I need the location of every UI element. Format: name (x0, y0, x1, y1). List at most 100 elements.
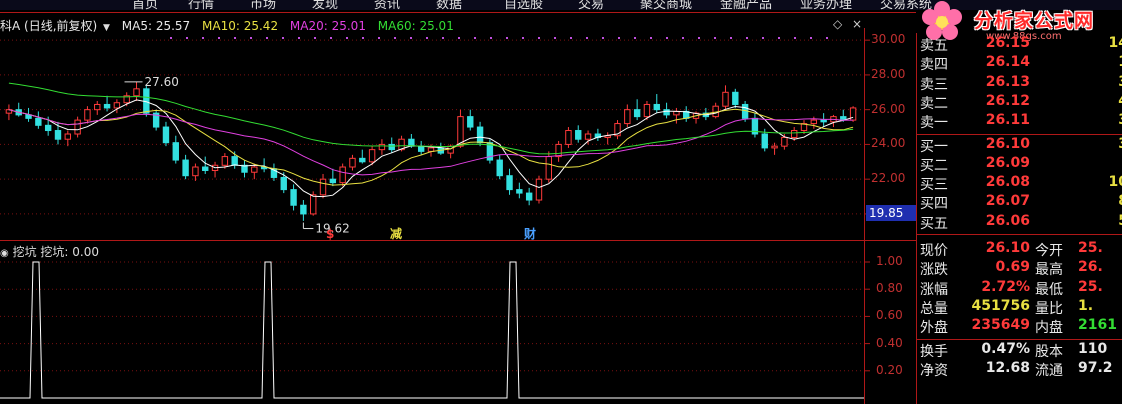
candle-body (820, 119, 827, 123)
candle-body (319, 178, 327, 196)
ask-price: 26.11 (985, 112, 1030, 129)
stat-value: 12.68 (985, 359, 1030, 376)
current-price-tag: 19.85 (866, 205, 916, 221)
candle-body (417, 145, 425, 152)
stat-label: 换手 (920, 343, 948, 360)
candle-body (35, 117, 42, 126)
candle-body (476, 126, 484, 144)
event-mark: $ (326, 227, 334, 241)
ask-volume: 3 (1070, 112, 1122, 128)
close-icon[interactable]: × (852, 17, 862, 31)
price-tick-label: 28.00 (871, 66, 906, 81)
candle-body (565, 130, 572, 145)
indicator-legend: ◉ 挖坑 挖坑: 0.00 (0, 243, 99, 260)
candle-body (535, 178, 543, 201)
candle-body (251, 166, 258, 173)
price-tick-label: 24.00 (871, 136, 906, 151)
stat-label-2: 最高 (1035, 262, 1063, 279)
stat-label: 外盘 (920, 320, 948, 337)
candle-body (781, 136, 788, 147)
candle-body (172, 142, 179, 161)
indicator-tick-label: 0.60 (876, 308, 903, 323)
candle-body (722, 91, 729, 107)
candle-body (584, 133, 592, 140)
bid-price: 26.09 (985, 154, 1030, 171)
candle-body (633, 109, 641, 118)
stat-label: 涨跌 (920, 262, 948, 279)
stat-value: 26.10 (985, 240, 1030, 256)
candle-body (84, 109, 91, 121)
candle-body (44, 124, 52, 132)
stat-value: 0.47% (981, 340, 1030, 357)
candle-body (231, 156, 238, 166)
ma20-line (8, 109, 854, 176)
stat-value: 0.69 (995, 259, 1030, 276)
candle-body (300, 204, 307, 215)
stat-label: 现价 (920, 243, 948, 259)
ask-price: 26.14 (985, 54, 1030, 71)
bid-volume: 3 (1070, 136, 1122, 152)
bid-volume: 8 (1070, 193, 1122, 209)
indicator-name[interactable]: 挖坑 (13, 245, 37, 259)
candle-body (74, 119, 81, 135)
candle-body (54, 130, 62, 140)
candle-body (525, 192, 533, 201)
candle-body (643, 103, 651, 118)
candle-body (94, 103, 101, 111)
stat-label-2: 量比 (1035, 300, 1063, 317)
stat-label-2: 今开 (1035, 243, 1063, 259)
price-tick-label: 30.00 (871, 32, 906, 47)
candle-body (25, 114, 32, 119)
bid-volume: 10 (1108, 174, 1122, 191)
stat-value-2: 25. (1078, 278, 1103, 295)
price-tick-label: 26.00 (871, 101, 906, 116)
bid-price: 26.08 (985, 174, 1030, 191)
candle-body (653, 103, 660, 111)
candle-body (182, 159, 189, 177)
candle-body (467, 116, 474, 128)
candle-body (133, 88, 140, 97)
stat-value-2: 1. (1078, 297, 1094, 314)
ask-price: 26.12 (985, 92, 1030, 109)
price-axis: 30.0028.0026.0024.0022.0020.001.000.800.… (866, 0, 916, 404)
high-price-label: 27.60 (145, 75, 179, 89)
candle-body (790, 130, 798, 138)
candle-body (359, 157, 366, 163)
candle-body (290, 189, 297, 206)
stat-value-2: 26. (1078, 259, 1103, 276)
stat-label-2: 内盘 (1035, 320, 1063, 337)
indicator-tick-label: 1.00 (876, 254, 903, 268)
bid-volume: 5 (1070, 213, 1122, 229)
candle-body (624, 109, 631, 125)
indicator-value: 挖坑: 0.00 (40, 245, 99, 259)
diamond-icon[interactable]: ◇ (833, 17, 842, 31)
candle-body (771, 145, 778, 149)
candle-body (280, 176, 287, 191)
candle-body (761, 133, 768, 149)
candle-body (192, 166, 199, 177)
stat-value: 2.72% (981, 278, 1030, 295)
candle-body (329, 178, 337, 184)
event-mark: 财 (523, 226, 536, 241)
candle-body (221, 156, 229, 166)
ask-volume: 3 (1070, 74, 1122, 90)
candle-body (103, 103, 111, 109)
candle-body (516, 189, 523, 194)
event-mark: 减 (390, 226, 402, 241)
divider (916, 338, 1122, 340)
price-tick-label: 22.00 (871, 171, 906, 186)
stat-label: 净资 (920, 362, 948, 379)
stat-value: 451756 (971, 297, 1030, 314)
indicator-tick-label: 0.40 (876, 335, 903, 350)
stat-value-2: 25. (1078, 240, 1103, 256)
stat-value: 235649 (971, 317, 1030, 334)
candle-body (506, 175, 513, 191)
stat-label: 总量 (920, 300, 948, 317)
candle-body (555, 143, 562, 158)
candle-body (64, 133, 72, 140)
stat-value-2: 97.2 (1078, 359, 1113, 376)
radio-icon[interactable]: ◉ (0, 248, 9, 259)
kline-chart[interactable]: 27.6019.62$ 减财 (0, 0, 916, 404)
candle-body (202, 166, 209, 171)
candle-body (113, 102, 121, 109)
